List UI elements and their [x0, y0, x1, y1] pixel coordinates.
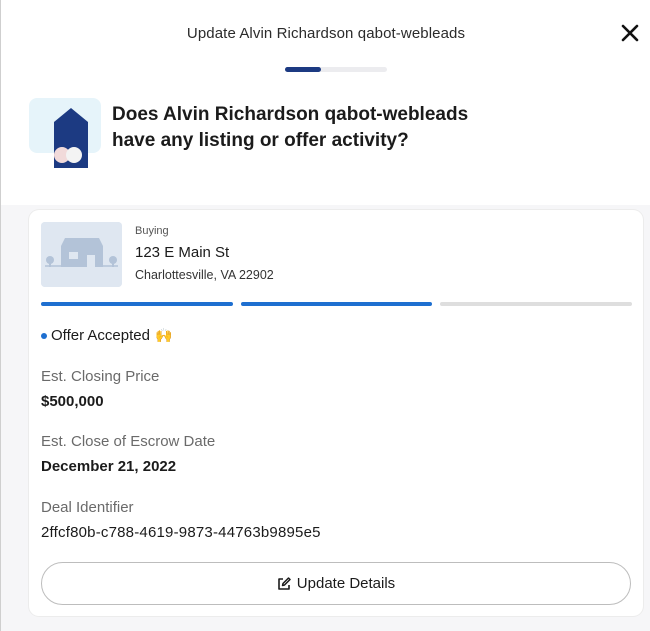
escrow-date-value: December 21, 2022 — [41, 458, 177, 475]
update-modal: Update Alvin Richardson qabot-webleads D… — [0, 0, 650, 631]
step-progress — [285, 67, 387, 72]
question-section: Does Alvin Richardson qabot-webleads hav… — [1, 95, 650, 205]
house-icon — [29, 98, 101, 168]
deal-identifier-label: Deal Identifier — [41, 499, 134, 516]
update-details-label: Update Details — [296, 575, 396, 592]
deal-identifier-value: 2ffcf80b-c788-4619-9873-44763b9895e5 — [41, 524, 321, 541]
close-icon — [621, 24, 639, 42]
raised-hands-icon: 🙌 — [154, 327, 173, 343]
modal-header: Update Alvin Richardson qabot-webleads — [1, 0, 650, 95]
closing-price-value: $500,000 — [41, 393, 104, 410]
status-dot-icon — [41, 332, 47, 339]
stage-bar — [240, 302, 433, 306]
deal-city: Charlottesville, VA 22902 — [135, 268, 274, 282]
question-text: Does Alvin Richardson qabot-webleads hav… — [112, 104, 469, 151]
step-progress-fill — [285, 67, 321, 72]
deal-street: 123 E Main St — [135, 244, 230, 261]
status-label: Offer Accepted — [51, 327, 150, 344]
deal-status: Offer Accepted 🙌 — [41, 327, 172, 344]
deal-type: Buying — [135, 225, 169, 237]
deal-card: Buying 123 E Main St Charlottesville, VA… — [29, 210, 643, 616]
edit-icon — [277, 576, 291, 590]
close-button[interactable] — [617, 20, 643, 46]
closing-price-label: Est. Closing Price — [41, 368, 160, 385]
deal-stage-progress — [41, 302, 633, 306]
escrow-date-label: Est. Close of Escrow Date — [41, 433, 216, 450]
modal-title: Update Alvin Richardson qabot-webleads — [186, 25, 466, 42]
update-details-button[interactable]: Update Details — [41, 562, 631, 605]
house-placeholder-icon — [41, 222, 122, 287]
stage-bar — [440, 302, 633, 306]
stage-bar — [41, 302, 233, 306]
